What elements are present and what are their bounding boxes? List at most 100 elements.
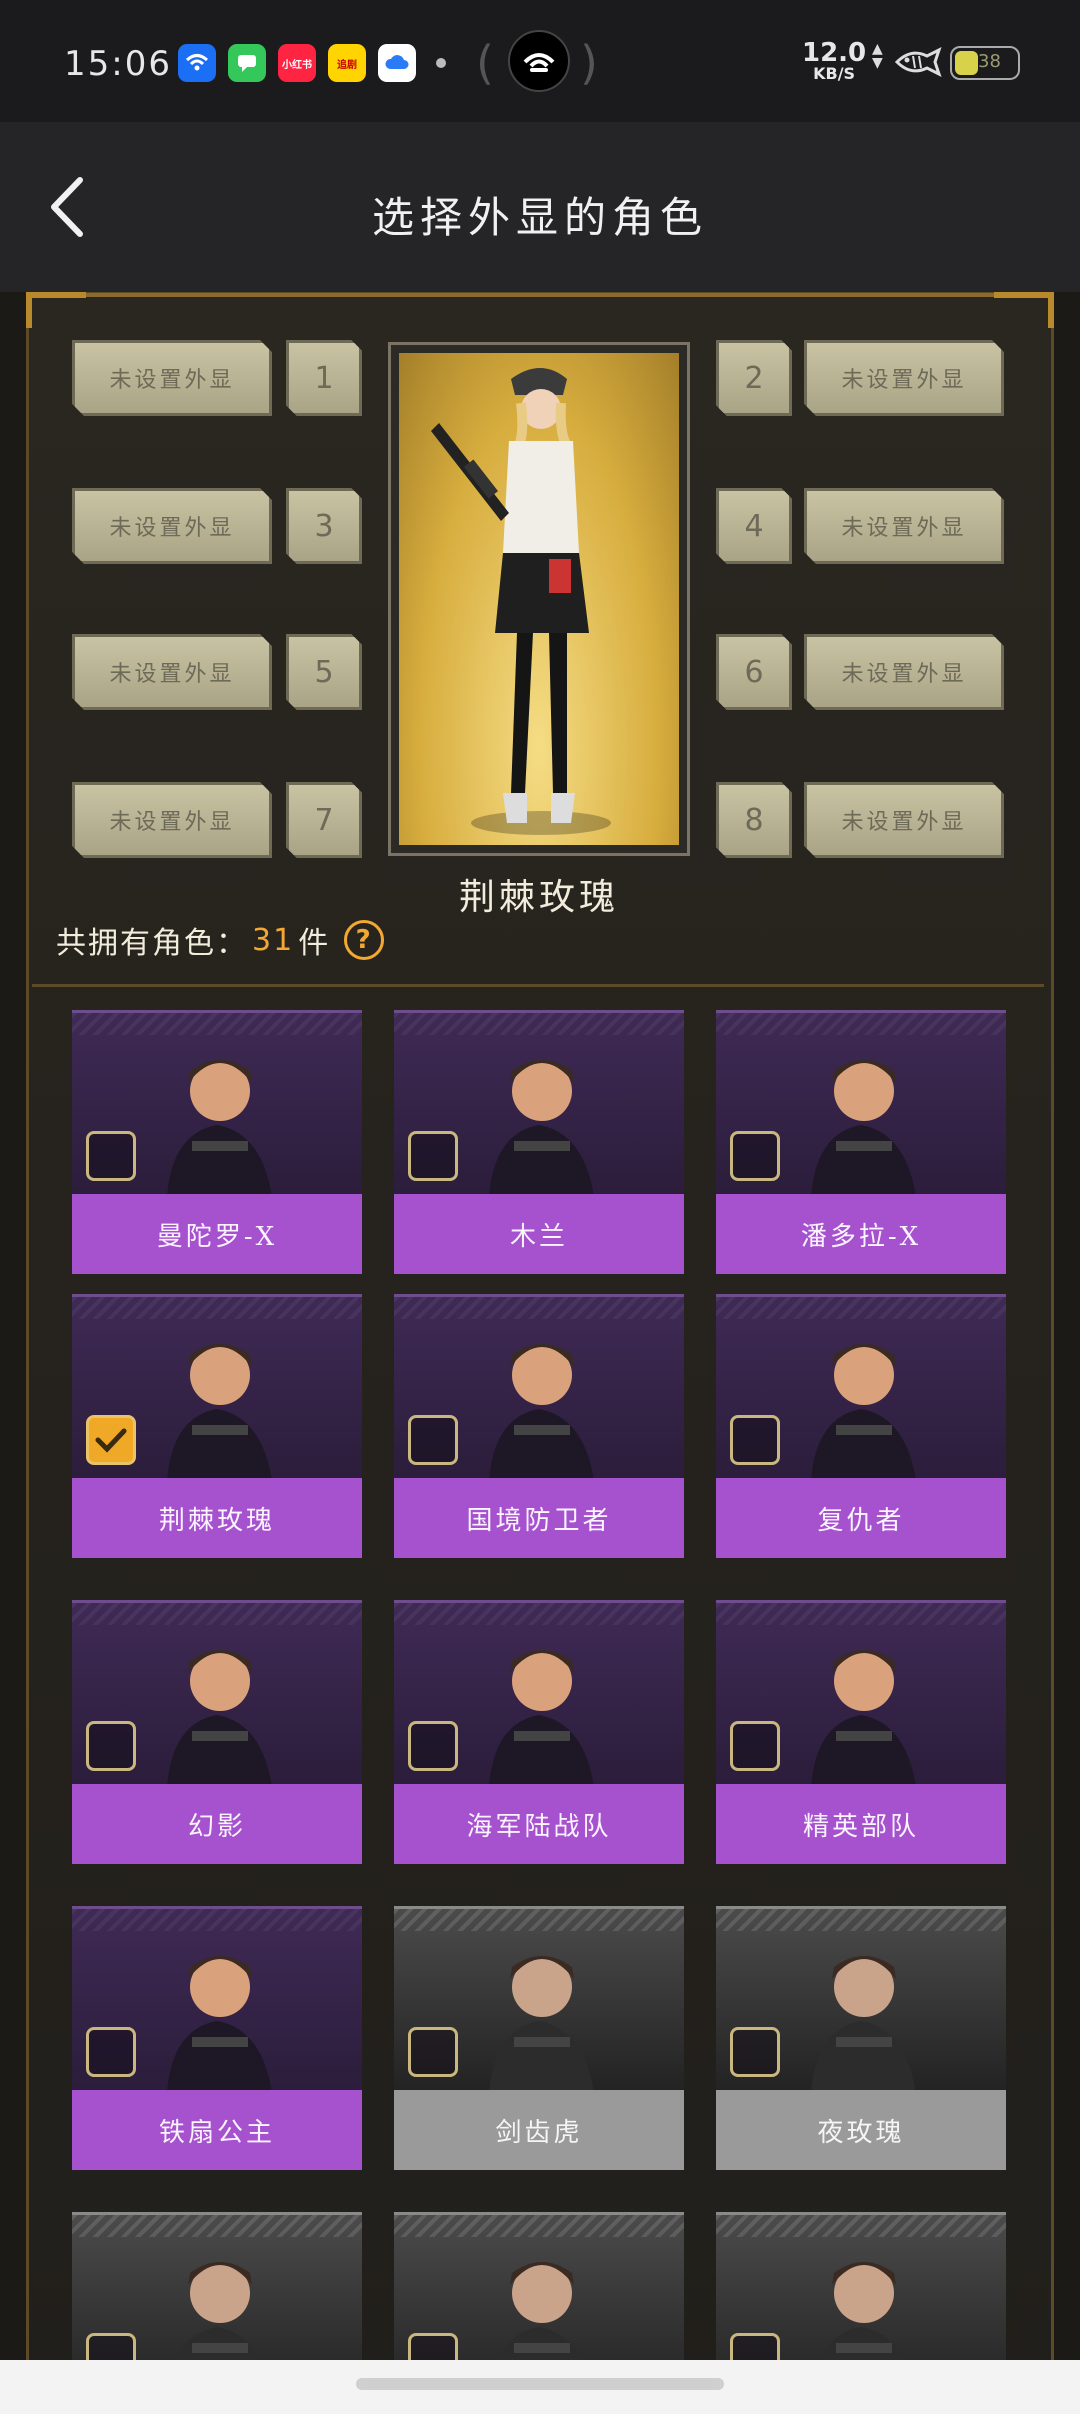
character-card[interactable]: 铁扇公主 — [72, 1906, 362, 2170]
data-transfer-icon: ▲ ▼ — [872, 41, 883, 71]
character-card-label: 木兰 — [394, 1194, 684, 1274]
character-card[interactable]: 幻影 — [72, 1600, 362, 1864]
character-card-label: 剑齿虎 — [394, 2090, 684, 2170]
slot-5-button[interactable]: 未设置外显 — [72, 634, 272, 710]
character-card-label: 潘多拉-X — [716, 1194, 1006, 1274]
character-card-image — [72, 1600, 362, 1784]
character-card[interactable]: 潘多拉-X — [716, 1010, 1006, 1274]
status-time: 15:06 — [64, 44, 172, 84]
character-checkbox[interactable] — [730, 1131, 780, 1181]
wifi-app-icon — [178, 44, 216, 82]
character-card[interactable]: 国境防卫者 — [394, 1294, 684, 1558]
character-checkbox[interactable] — [86, 1131, 136, 1181]
network-speed-unit: KB/S — [813, 64, 856, 83]
character-card[interactable]: 荆棘玫瑰 — [72, 1294, 362, 1558]
character-card-image — [716, 1294, 1006, 1478]
featured-character-image — [399, 353, 679, 845]
slot-8-button[interactable]: 未设置外显 — [804, 782, 1004, 858]
character-checkbox[interactable] — [86, 1721, 136, 1771]
character-card-image — [72, 1010, 362, 1194]
character-checkbox[interactable] — [730, 2027, 780, 2077]
featured-character-name: 荆棘玫瑰 — [458, 877, 619, 918]
slot-7-button[interactable]: 未设置外显 — [72, 782, 272, 858]
battery-percent: 38 — [978, 51, 1001, 72]
owned-count-prefix: 共拥有角色： — [56, 926, 248, 961]
character-checkbox[interactable] — [730, 1415, 780, 1465]
character-card[interactable]: 夜玫瑰 — [716, 1906, 1006, 2170]
slot-7-number[interactable]: 7 — [286, 782, 362, 858]
pudding-app-icon: 追剧 — [328, 44, 366, 82]
status-bar: 15:06 小红书 追剧 ( ) 12.0 KB/S ▲ ▼ 38 — [0, 0, 1080, 122]
thorn-rose-soldier-icon — [431, 368, 611, 835]
message-app-icon — [228, 44, 266, 82]
character-card-image — [394, 1600, 684, 1784]
battery-icon: 38 — [950, 46, 1020, 80]
character-card[interactable]: 海军陆战队 — [394, 1600, 684, 1864]
character-checkbox-checked[interactable] — [86, 1415, 136, 1465]
character-card-image — [716, 1010, 1006, 1194]
slot-1-button[interactable]: 未设置外显 — [72, 340, 272, 416]
owned-count: 共拥有角色： 31 件 ? — [56, 918, 385, 962]
featured-character-portrait — [388, 342, 690, 856]
battery-fill — [955, 51, 978, 75]
header: 选择外显的角色 — [0, 122, 1080, 292]
character-card-label: 曼陀罗-X — [72, 1194, 362, 1274]
character-card-image — [394, 1010, 684, 1194]
owned-count-value: 31 — [252, 922, 295, 958]
help-icon[interactable]: ? — [344, 920, 385, 960]
character-card-label: 幻影 — [72, 1784, 362, 1864]
slot-8-number[interactable]: 8 — [716, 782, 792, 858]
home-indicator[interactable] — [356, 2378, 724, 2390]
character-card[interactable]: 曼陀罗-X — [72, 1010, 362, 1274]
hotspot-icon — [508, 30, 570, 92]
slot-6-button[interactable]: 未设置外显 — [804, 634, 1004, 710]
island-left-bracket: ( — [476, 36, 494, 90]
character-checkbox[interactable] — [408, 2027, 458, 2077]
character-card-label: 夜玫瑰 — [716, 2090, 1006, 2170]
character-card-image — [394, 1906, 684, 2090]
character-card-label: 铁扇公主 — [72, 2090, 362, 2170]
slot-1-number[interactable]: 1 — [286, 340, 362, 416]
character-card-label: 复仇者 — [716, 1478, 1006, 1558]
slot-5-number[interactable]: 5 — [286, 634, 362, 710]
panel-corner-left — [26, 292, 86, 328]
character-card-image — [716, 1906, 1006, 2090]
character-card-label: 荆棘玫瑰 — [72, 1478, 362, 1558]
section-divider — [32, 984, 1044, 987]
xiaohongshu-app-icon: 小红书 — [278, 44, 316, 82]
character-checkbox[interactable] — [408, 1415, 458, 1465]
character-card-image — [716, 1600, 1006, 1784]
page-title: 选择外显的角色 — [371, 193, 708, 242]
character-checkbox[interactable] — [408, 1721, 458, 1771]
panel-top-decoration — [39, 293, 1047, 307]
character-checkbox[interactable] — [730, 1721, 780, 1771]
character-card[interactable]: 精英部队 — [716, 1600, 1006, 1864]
slot-3-button[interactable]: 未设置外显 — [72, 488, 272, 564]
character-checkbox[interactable] — [408, 1131, 458, 1181]
character-card[interactable]: 复仇者 — [716, 1294, 1006, 1558]
network-speed-value: 12.0 — [802, 38, 867, 68]
character-card[interactable]: 木兰 — [394, 1010, 684, 1274]
character-card-image — [72, 1294, 362, 1478]
character-card-label: 精英部队 — [716, 1784, 1006, 1864]
character-card[interactable]: 剑齿虎 — [394, 1906, 684, 2170]
slot-2-button[interactable]: 未设置外显 — [804, 340, 1004, 416]
panel-corner-right — [994, 292, 1054, 328]
slot-4-button[interactable]: 未设置外显 — [804, 488, 1004, 564]
fish-icon — [893, 46, 943, 82]
slot-4-number[interactable]: 4 — [716, 488, 792, 564]
slot-2-number[interactable]: 2 — [716, 340, 792, 416]
hotspot-island: ( ) — [476, 30, 598, 92]
slot-3-number[interactable]: 3 — [286, 488, 362, 564]
character-card-image — [394, 1294, 684, 1478]
slot-6-number[interactable]: 6 — [716, 634, 792, 710]
character-card-label: 海军陆战队 — [394, 1784, 684, 1864]
network-speed: 12.0 KB/S — [802, 40, 866, 82]
notification-app-icons: 小红书 追剧 — [178, 44, 416, 82]
cloud-app-icon — [378, 44, 416, 82]
checkmark-icon — [95, 1428, 127, 1453]
character-checkbox[interactable] — [86, 2027, 136, 2077]
more-notifications-dot — [436, 58, 446, 68]
character-card-label: 国境防卫者 — [394, 1478, 684, 1558]
island-right-bracket: ) — [580, 36, 598, 90]
